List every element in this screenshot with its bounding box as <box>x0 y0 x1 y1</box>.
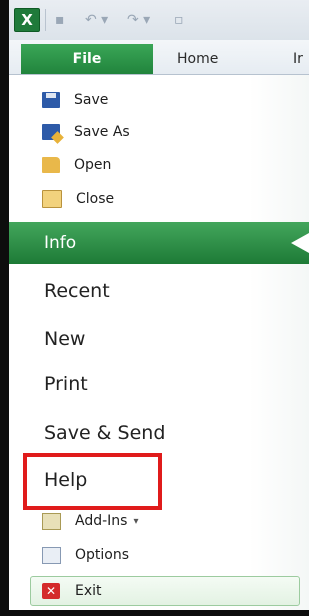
close-folder-icon <box>42 190 62 208</box>
exit-icon: ✕ <box>42 583 60 599</box>
window-frame-bottom <box>0 610 309 616</box>
window-frame-left <box>0 0 9 616</box>
toolbar-separator <box>45 9 46 31</box>
add-ins-label: Add-Ins <box>75 513 128 529</box>
nav-item-print[interactable]: Print <box>44 373 88 395</box>
quick-access-toolbar: X ▪ ↶ ▾ ↷ ▾ ▫ <box>9 0 309 40</box>
redo-icon[interactable]: ↷ ▾ <box>127 12 150 28</box>
save-icon <box>42 92 60 108</box>
tab-home[interactable]: Home <box>177 44 218 74</box>
open-label: Open <box>74 157 112 173</box>
excel-logo-icon[interactable]: X <box>14 8 40 32</box>
add-ins-icon <box>42 512 61 530</box>
selection-pointer-icon <box>291 233 309 253</box>
tab-insert[interactable]: Ir <box>293 44 303 74</box>
options-command[interactable]: Options <box>42 541 129 569</box>
add-ins-command[interactable]: Add-Ins ▾ <box>42 507 138 535</box>
save-as-label: Save As <box>74 124 130 140</box>
save-as-icon <box>42 124 60 140</box>
options-label: Options <box>75 547 130 563</box>
save-command[interactable]: Save <box>42 86 108 114</box>
save-label: Save <box>74 92 109 108</box>
nav-item-save-send[interactable]: Save & Send <box>44 422 165 444</box>
tab-file[interactable]: File <box>21 44 153 74</box>
nav-item-info[interactable]: Info <box>9 222 309 264</box>
open-command[interactable]: Open <box>42 151 111 179</box>
nav-item-recent[interactable]: Recent <box>44 280 110 302</box>
help-highlight-box <box>23 453 162 510</box>
close-label: Close <box>76 191 115 207</box>
exit-label: Exit <box>75 583 102 599</box>
save-icon[interactable]: ▪ <box>55 12 65 28</box>
save-as-command[interactable]: Save As <box>42 118 130 146</box>
options-icon <box>42 546 61 564</box>
open-folder-icon <box>42 157 60 173</box>
info-label: Info <box>44 233 77 253</box>
new-document-icon[interactable]: ▫ <box>174 12 184 28</box>
exit-command[interactable]: ✕ Exit <box>30 576 300 606</box>
undo-icon[interactable]: ↶ ▾ <box>85 12 108 28</box>
nav-item-new[interactable]: New <box>44 328 85 350</box>
ribbon-tabs: File Home Ir <box>9 40 309 75</box>
chevron-down-icon: ▾ <box>133 515 139 527</box>
close-command[interactable]: Close <box>42 185 114 213</box>
